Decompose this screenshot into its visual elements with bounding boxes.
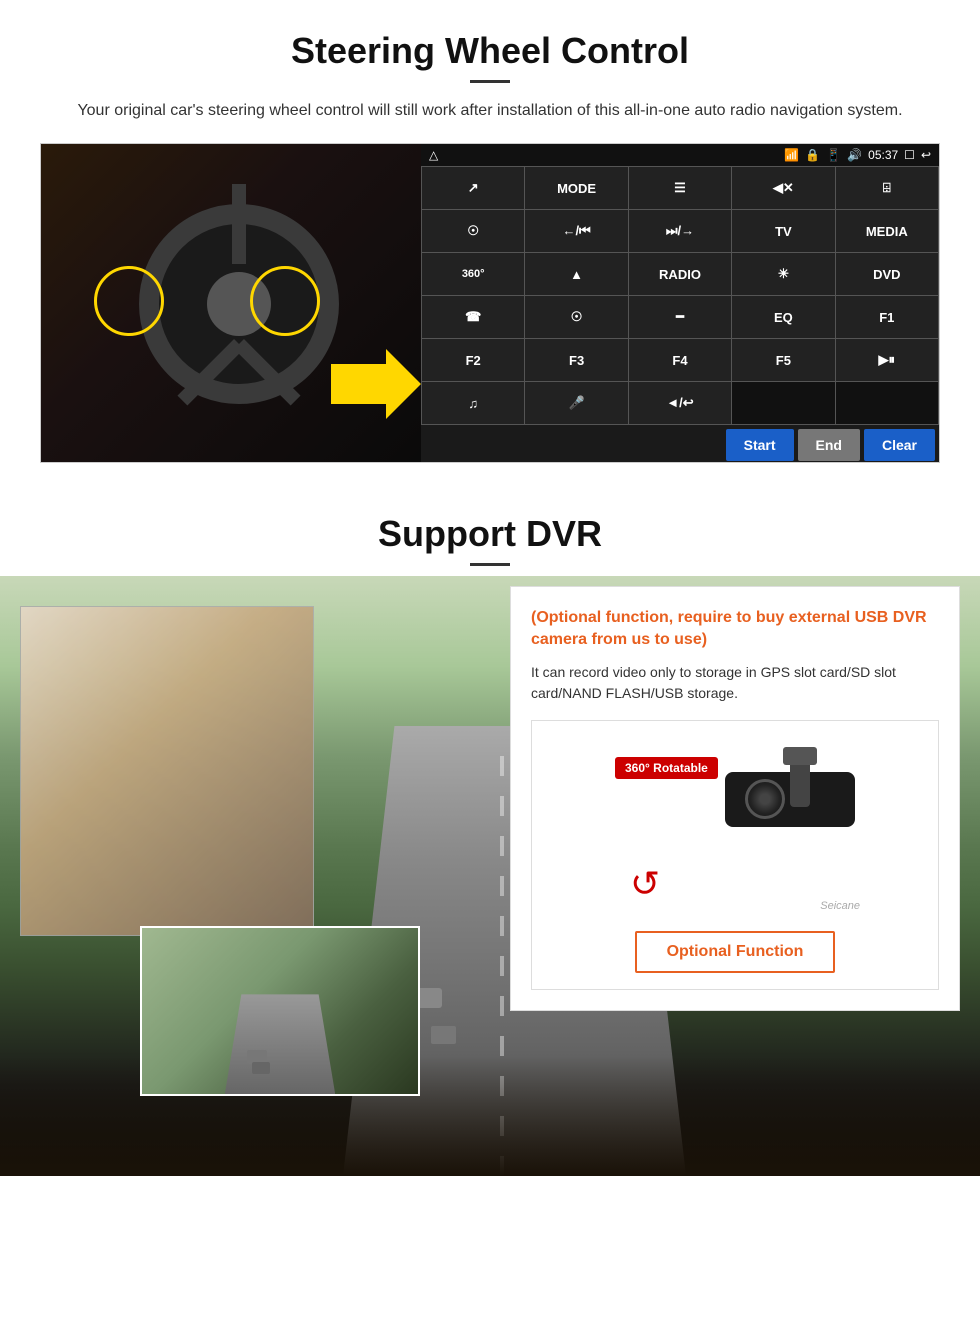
ui-btn-eject[interactable]: ▲ xyxy=(525,253,627,295)
ui-btn-next[interactable]: ⏭/→ xyxy=(629,210,731,252)
cam-lens xyxy=(745,779,785,819)
ui-btn-music[interactable]: ♫ xyxy=(422,382,524,424)
camera-visual: 360° Rotatable ↺ Seica xyxy=(605,737,865,917)
dvr-camera-box: 360° Rotatable ↺ Seica xyxy=(531,720,939,990)
steering-container: △ 📶 🔒 📱 🔊 05:37 ☐ ↩ ↗ MODE ☰ ◀✕ xyxy=(40,143,940,463)
dvr-description: It can record video only to storage in G… xyxy=(531,662,939,704)
ui-btn-dvd[interactable]: DVD xyxy=(836,253,938,295)
ui-btn-back-prev[interactable]: ◄/↩ xyxy=(629,382,731,424)
steering-section: Steering Wheel Control Your original car… xyxy=(0,0,980,483)
end-button[interactable]: End xyxy=(798,429,860,461)
ui-btn-apps[interactable]: ⌹ xyxy=(836,167,938,209)
lock-icon: 🔒 xyxy=(805,148,820,162)
yellow-arrow xyxy=(331,349,421,424)
statusbar-left: △ xyxy=(429,148,438,162)
ui-grid: ↗ MODE ☰ ◀✕ ⌹ ☉ ←/⏮ ⏭/→ TV MEDIA 360° ▲ … xyxy=(421,166,939,425)
ui-bottom-row: Start End Clear xyxy=(421,425,939,463)
back-icon: ↩ xyxy=(921,148,931,162)
steering-title: Steering Wheel Control xyxy=(40,30,940,72)
cam-mount-base xyxy=(783,747,817,765)
statusbar-right: 📶 🔒 📱 🔊 05:37 ☐ ↩ xyxy=(784,148,931,162)
ui-btn-360[interactable]: 360° xyxy=(422,253,524,295)
dvr-title: Support DVR xyxy=(0,513,980,555)
ui-btn-eq[interactable]: EQ xyxy=(732,296,834,338)
ui-btn-media[interactable]: MEDIA xyxy=(836,210,938,252)
dvr-building-left xyxy=(20,606,314,936)
steering-description: Your original car's steering wheel contr… xyxy=(60,99,920,123)
ui-btn-phone[interactable]: ☎ xyxy=(422,296,524,338)
volume-icon: 🔊 xyxy=(847,148,862,162)
section1-divider xyxy=(470,80,510,83)
ui-btn-playpause[interactable]: ▶⏸ xyxy=(836,339,938,381)
section2-divider xyxy=(470,563,510,566)
ui-btn-f5[interactable]: F5 xyxy=(732,339,834,381)
wifi-icon: 📶 xyxy=(784,148,799,162)
ui-panel: △ 📶 🔒 📱 🔊 05:37 ☐ ↩ ↗ MODE ☰ ◀✕ xyxy=(421,144,939,462)
dvr-car2 xyxy=(431,1026,456,1044)
ui-btn-internet[interactable]: ☉ xyxy=(525,296,627,338)
ui-btn-mute[interactable]: ◀✕ xyxy=(732,167,834,209)
ui-btn-prev[interactable]: ←/⏮ xyxy=(525,210,627,252)
ui-statusbar: △ 📶 🔒 📱 🔊 05:37 ☐ ↩ xyxy=(421,144,939,166)
ui-btn-screen[interactable]: ━ xyxy=(629,296,731,338)
grid-icon: 📱 xyxy=(826,148,841,162)
yellow-circle-left xyxy=(94,266,164,336)
dvr-info-card: (Optional function, require to buy exter… xyxy=(510,586,960,1011)
seicane-watermark: Seicane xyxy=(820,900,860,912)
clear-button[interactable]: Clear xyxy=(864,429,935,461)
ui-btn-radio[interactable]: RADIO xyxy=(629,253,731,295)
window-icon: ☐ xyxy=(904,148,915,162)
start-button[interactable]: Start xyxy=(726,429,794,461)
yellow-circle-right xyxy=(250,266,320,336)
ui-btn-menu[interactable]: ☰ xyxy=(629,167,731,209)
ui-btn-settings[interactable]: ☉ xyxy=(422,210,524,252)
ui-btn-mode[interactable]: MODE xyxy=(525,167,627,209)
dvr-section: Support DVR xyxy=(0,483,980,1176)
ui-btn-navigate[interactable]: ↗ xyxy=(422,167,524,209)
ui-btn-f2[interactable]: F2 xyxy=(422,339,524,381)
ui-btn-brightness[interactable]: ☀ xyxy=(732,253,834,295)
dvr-photo-area: (Optional function, require to buy exter… xyxy=(0,576,980,1176)
ui-btn-f3[interactable]: F3 xyxy=(525,339,627,381)
ui-btn-tv[interactable]: TV xyxy=(732,210,834,252)
steering-photo xyxy=(41,144,421,463)
ui-btn-empty2 xyxy=(836,382,938,424)
ui-btn-empty1 xyxy=(732,382,834,424)
ui-btn-f4[interactable]: F4 xyxy=(629,339,731,381)
optional-function-button[interactable]: Optional Function xyxy=(635,931,836,973)
cam-rotation-arrow: ↺ xyxy=(630,866,660,902)
dvr-optional-text: (Optional function, require to buy exter… xyxy=(531,607,939,652)
camera-badge: 360° Rotatable xyxy=(615,757,718,779)
ui-btn-f1[interactable]: F1 xyxy=(836,296,938,338)
home-icon: △ xyxy=(429,148,438,162)
ui-btn-mic[interactable]: 🎤 xyxy=(525,382,627,424)
dvr-inset-photo xyxy=(140,926,420,1096)
time-display: 05:37 xyxy=(868,148,898,162)
